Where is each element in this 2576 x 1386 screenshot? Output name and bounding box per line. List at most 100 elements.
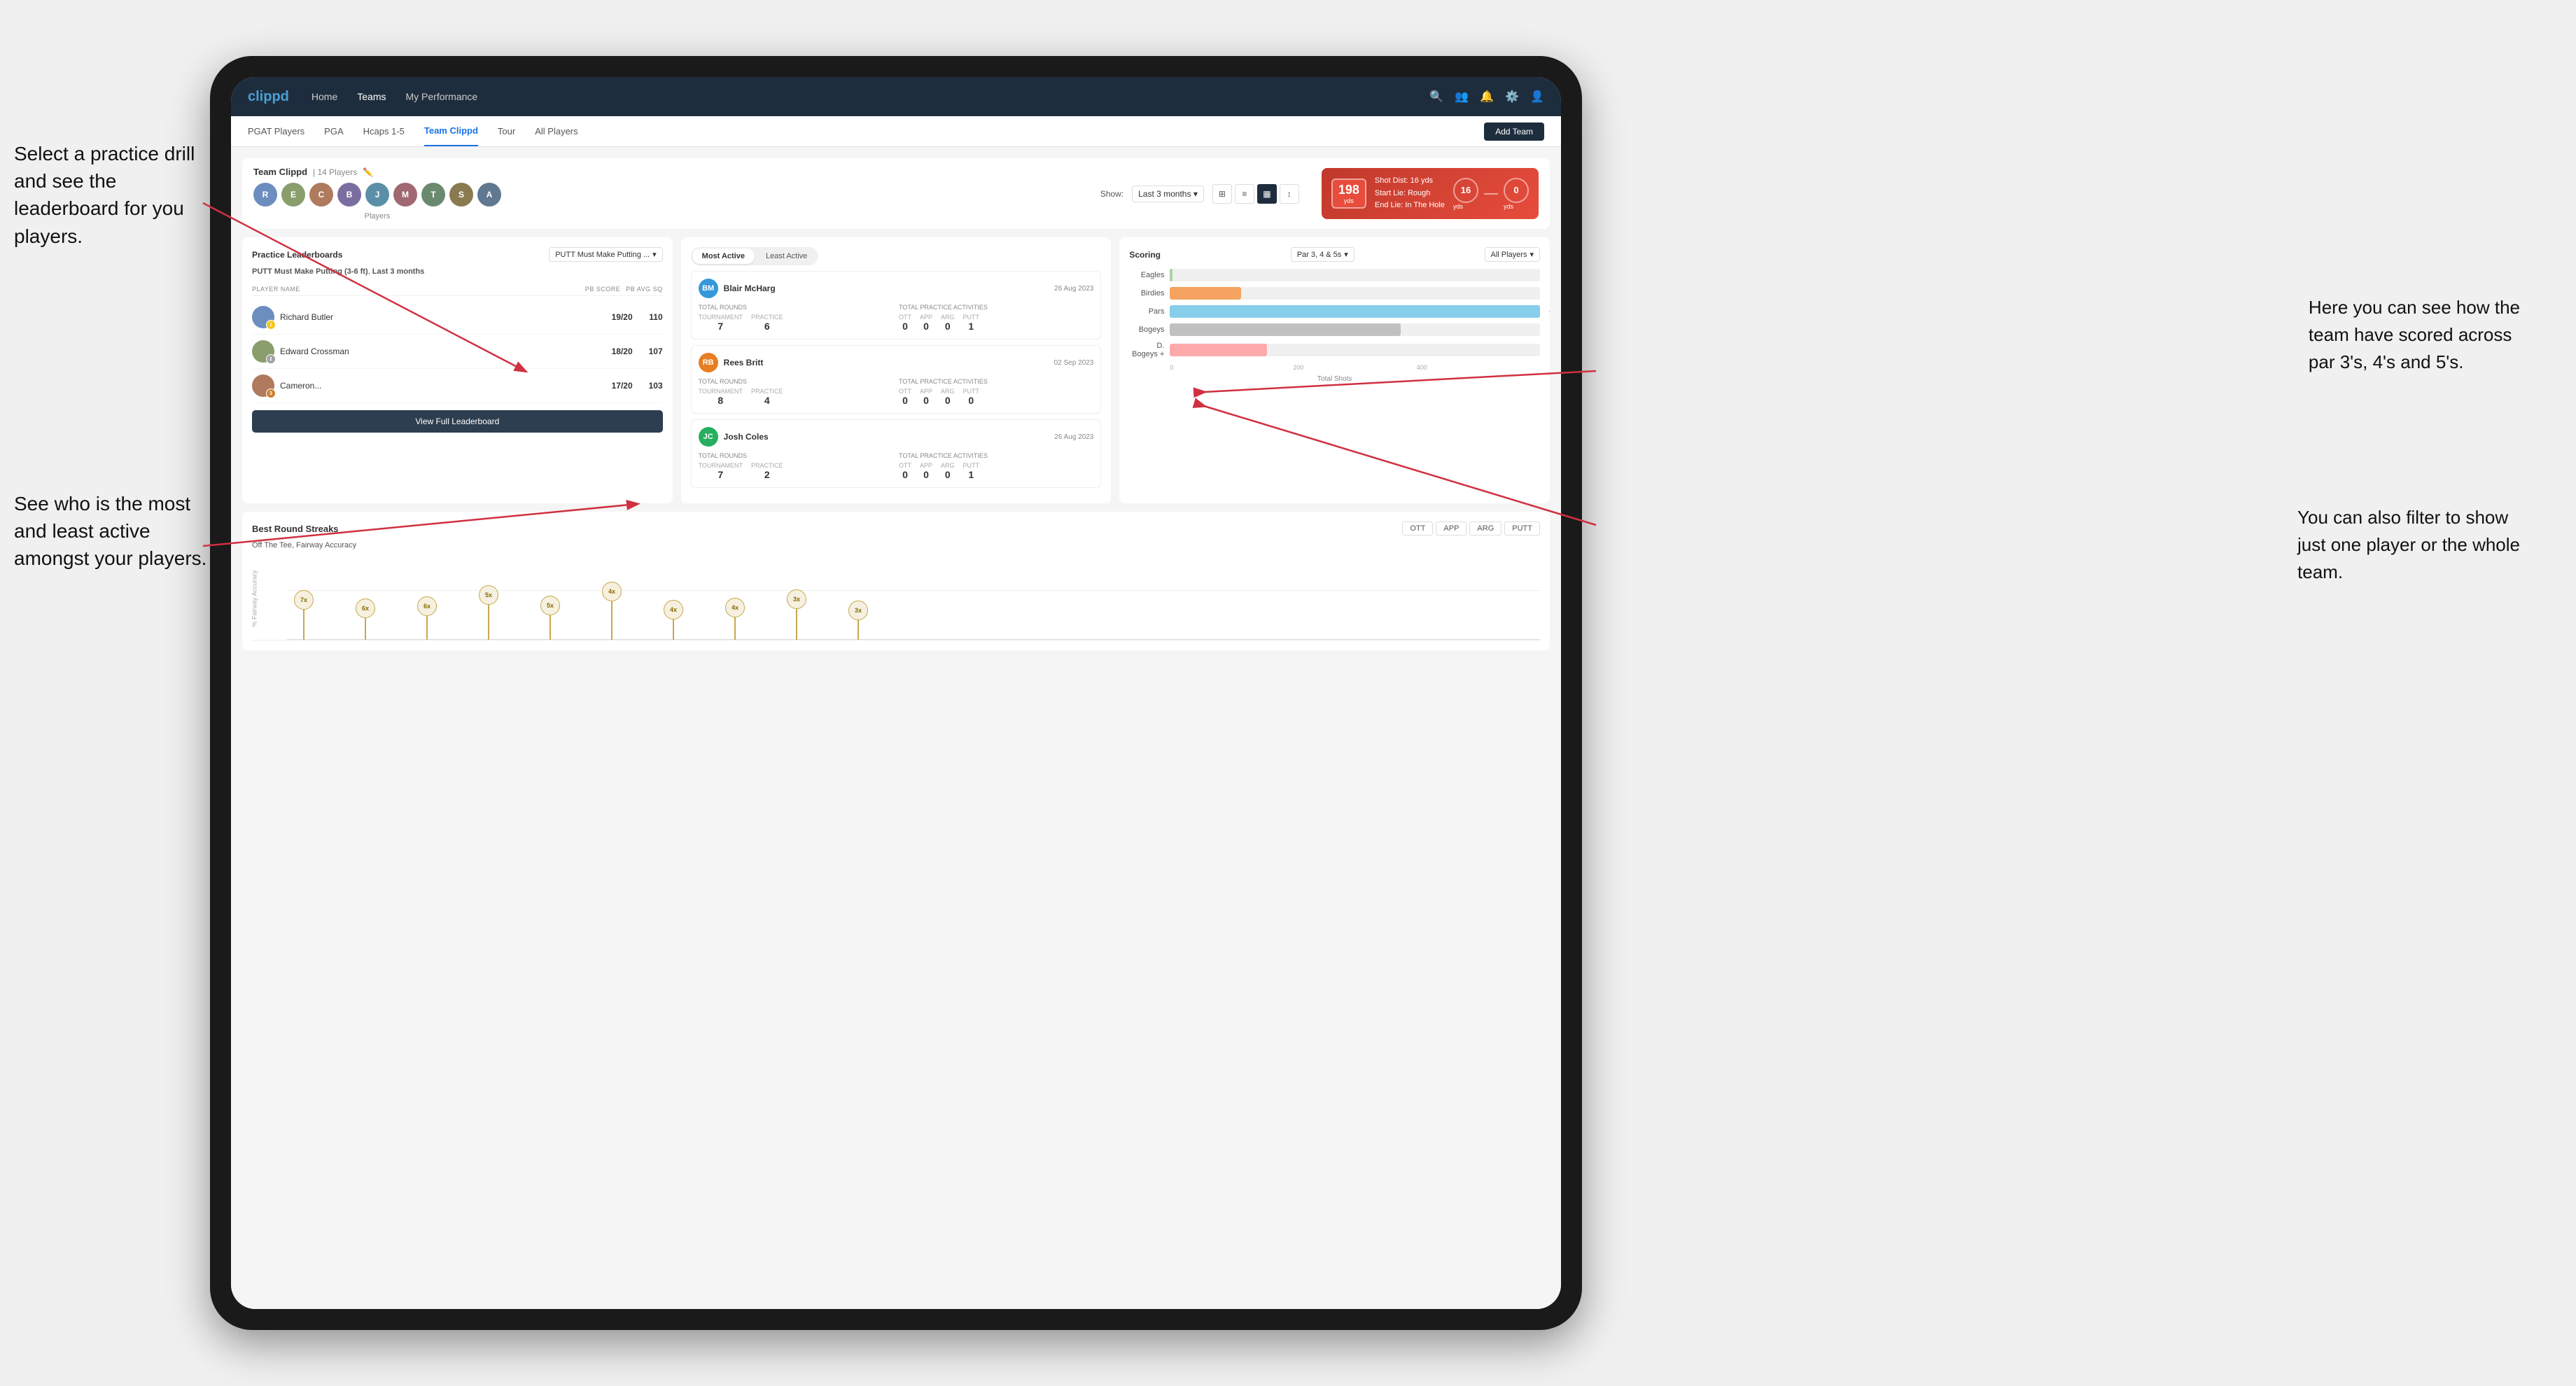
subnav-all-players[interactable]: All Players	[535, 116, 578, 146]
nav-icons: 🔍 👥 🔔 ⚙️ 👤	[1429, 90, 1544, 104]
scoring-par-dropdown[interactable]: Par 3, 4 & 5s ▾	[1291, 247, 1354, 262]
practice-leaderboard-header: Practice Leaderboards PUTT Must Make Put…	[252, 247, 663, 262]
table-header: PLAYER NAME PB SCORE PB AVG SQ	[252, 283, 663, 296]
nav-logo: clippd	[248, 89, 289, 105]
activity-name-2: Rees Britt	[724, 358, 1049, 368]
activity-date-3: 26 Aug 2023	[1054, 433, 1093, 441]
view-grid-btn[interactable]: ⊞	[1212, 184, 1232, 204]
team-header-left: Team Clippd | 14 Players ✏️ R E C B J M …	[253, 167, 501, 220]
annotation-bottom-right: You can also filter to showjust one play…	[2297, 504, 2520, 586]
shot-dist-unit: yds	[1338, 197, 1359, 204]
lb-avg-3: 103	[638, 381, 663, 391]
subnav-team-clippd[interactable]: Team Clippd	[424, 116, 478, 146]
shot-card: 198 yds Shot Dist: 16 yds Start Lie: Rou…	[1322, 168, 1539, 219]
bar-label: Birdies	[1129, 289, 1164, 298]
lb-row: 2 Edward Crossman 18/20 107	[252, 335, 663, 369]
view-card-btn[interactable]: ▦	[1257, 184, 1277, 204]
streak-pin: 7x	[294, 590, 314, 640]
sub-nav: PGAT Players PGA Hcaps 1-5 Team Clippd T…	[231, 116, 1561, 147]
subnav-pga[interactable]: PGA	[324, 116, 343, 146]
total-rounds-label-1: Total Rounds	[699, 304, 893, 311]
show-dropdown[interactable]: Last 3 months ▾	[1132, 186, 1204, 202]
lb-avatar-3: 3	[252, 374, 274, 397]
activity-stats-1: Total Rounds Tournament 7 Practice 6	[699, 304, 1094, 332]
scoring-title: Scoring	[1129, 250, 1161, 260]
lb-name-1: Richard Butler	[280, 312, 599, 322]
arg-btn[interactable]: ARG	[1469, 522, 1502, 536]
view-list-btn[interactable]: ≡	[1235, 184, 1254, 204]
activity-stats-3: Total Rounds Tournament7 Practice2 Total…	[699, 452, 1094, 480]
putt-btn[interactable]: PUTT	[1504, 522, 1540, 536]
streak-badge: 4x	[664, 600, 683, 620]
bar-fill	[1170, 287, 1241, 300]
search-icon[interactable]: 🔍	[1429, 90, 1443, 104]
show-label: Show:	[1100, 189, 1124, 199]
scoring-header: Scoring Par 3, 4 & 5s ▾ All Players ▾	[1129, 247, 1540, 262]
lb-score-3: 17/20	[605, 381, 633, 391]
avatar: E	[281, 183, 305, 206]
bar-value: 131	[1549, 346, 1550, 354]
view-sort-btn[interactable]: ↕	[1280, 184, 1299, 204]
app-btn[interactable]: APP	[1436, 522, 1466, 536]
subnav-pgat[interactable]: PGAT Players	[248, 116, 304, 146]
avatar-icon[interactable]: 👤	[1530, 90, 1544, 104]
panel-subtitle: PUTT Must Make Putting (3-6 ft), Last 3 …	[252, 267, 663, 276]
activity-avatar-2: RB	[699, 353, 718, 372]
subnav-hcaps[interactable]: Hcaps 1-5	[363, 116, 405, 146]
add-team-button[interactable]: Add Team	[1484, 122, 1544, 141]
players-label: Players	[253, 212, 501, 220]
activity-date-2: 02 Sep 2023	[1054, 359, 1094, 367]
shot-dist-num: 198	[1338, 183, 1359, 197]
streak-pin: 3x	[787, 589, 806, 640]
streak-line	[796, 609, 797, 640]
subnav-tour[interactable]: Tour	[498, 116, 515, 146]
nav-item-home[interactable]: Home	[312, 91, 337, 102]
avatar: T	[421, 183, 445, 206]
streak-line	[550, 615, 551, 640]
bell-icon[interactable]: 🔔	[1480, 90, 1494, 104]
avatar: B	[337, 183, 361, 206]
tablet-frame: clippd Home Teams My Performance 🔍 👥 🔔 ⚙…	[210, 56, 1582, 1330]
ott-btn[interactable]: OTT	[1402, 522, 1433, 536]
bar-track: 3	[1170, 269, 1540, 281]
edit-icon[interactable]: ✏️	[363, 167, 373, 177]
lb-score-1: 19/20	[605, 312, 633, 322]
lb-row: 3 Cameron... 17/20 103	[252, 369, 663, 403]
rank-badge-2: 2	[266, 354, 276, 364]
streak-badge: 3x	[848, 601, 868, 620]
nav-bar: clippd Home Teams My Performance 🔍 👥 🔔 ⚙…	[231, 77, 1561, 116]
lb-name-2: Edward Crossman	[280, 346, 599, 356]
shot-val1: 16	[1453, 178, 1478, 203]
settings-icon[interactable]: ⚙️	[1505, 90, 1519, 104]
practice-activities-label-1: Total Practice Activities	[899, 304, 1093, 311]
least-active-button[interactable]: Least Active	[756, 248, 817, 264]
bar-row: Bogeys 311	[1129, 323, 1540, 336]
practice-leaderboard-panel: Practice Leaderboards PUTT Must Make Put…	[242, 237, 673, 503]
scoring-player-dropdown[interactable]: All Players ▾	[1485, 247, 1541, 262]
streak-pin: 4x	[725, 598, 745, 640]
users-icon[interactable]: 👥	[1455, 90, 1469, 104]
lb-row: 1 Richard Butler 19/20 110	[252, 300, 663, 335]
avatar: R	[253, 183, 277, 206]
bar-fill	[1170, 344, 1267, 356]
streaks-header: Best Round Streaks OTT APP ARG PUTT	[252, 522, 1540, 536]
activity-avatar-1: BM	[699, 279, 718, 298]
activity-card-header-3: JC Josh Coles 26 Aug 2023	[699, 427, 1094, 447]
streak-badge: 4x	[602, 582, 622, 601]
shot-val2: 0	[1504, 178, 1529, 203]
most-active-button[interactable]: Most Active	[692, 248, 755, 264]
annotation-bottom-left: See who is the most and least active amo…	[14, 490, 210, 573]
streak-pin: 4x	[602, 582, 622, 640]
nav-item-performance[interactable]: My Performance	[405, 91, 477, 102]
nav-items: Home Teams My Performance	[312, 91, 1430, 102]
drill-dropdown[interactable]: PUTT Must Make Putting ... ▾	[549, 247, 662, 262]
nav-item-teams[interactable]: Teams	[357, 91, 386, 102]
scoring-panel: Scoring Par 3, 4 & 5s ▾ All Players ▾ Ea…	[1119, 237, 1550, 503]
bar-track: 499	[1170, 305, 1540, 318]
bar-row: Pars 499	[1129, 305, 1540, 318]
bar-row: Birdies 96	[1129, 287, 1540, 300]
rank-badge-1: 1	[266, 320, 276, 330]
show-controls: Show: Last 3 months ▾ ⊞ ≡ ▦ ↕	[1100, 184, 1299, 204]
view-full-leaderboard-button[interactable]: View Full Leaderboard	[252, 410, 663, 433]
activity-card-2: RB Rees Britt 02 Sep 2023 Total Rounds T…	[691, 345, 1102, 414]
